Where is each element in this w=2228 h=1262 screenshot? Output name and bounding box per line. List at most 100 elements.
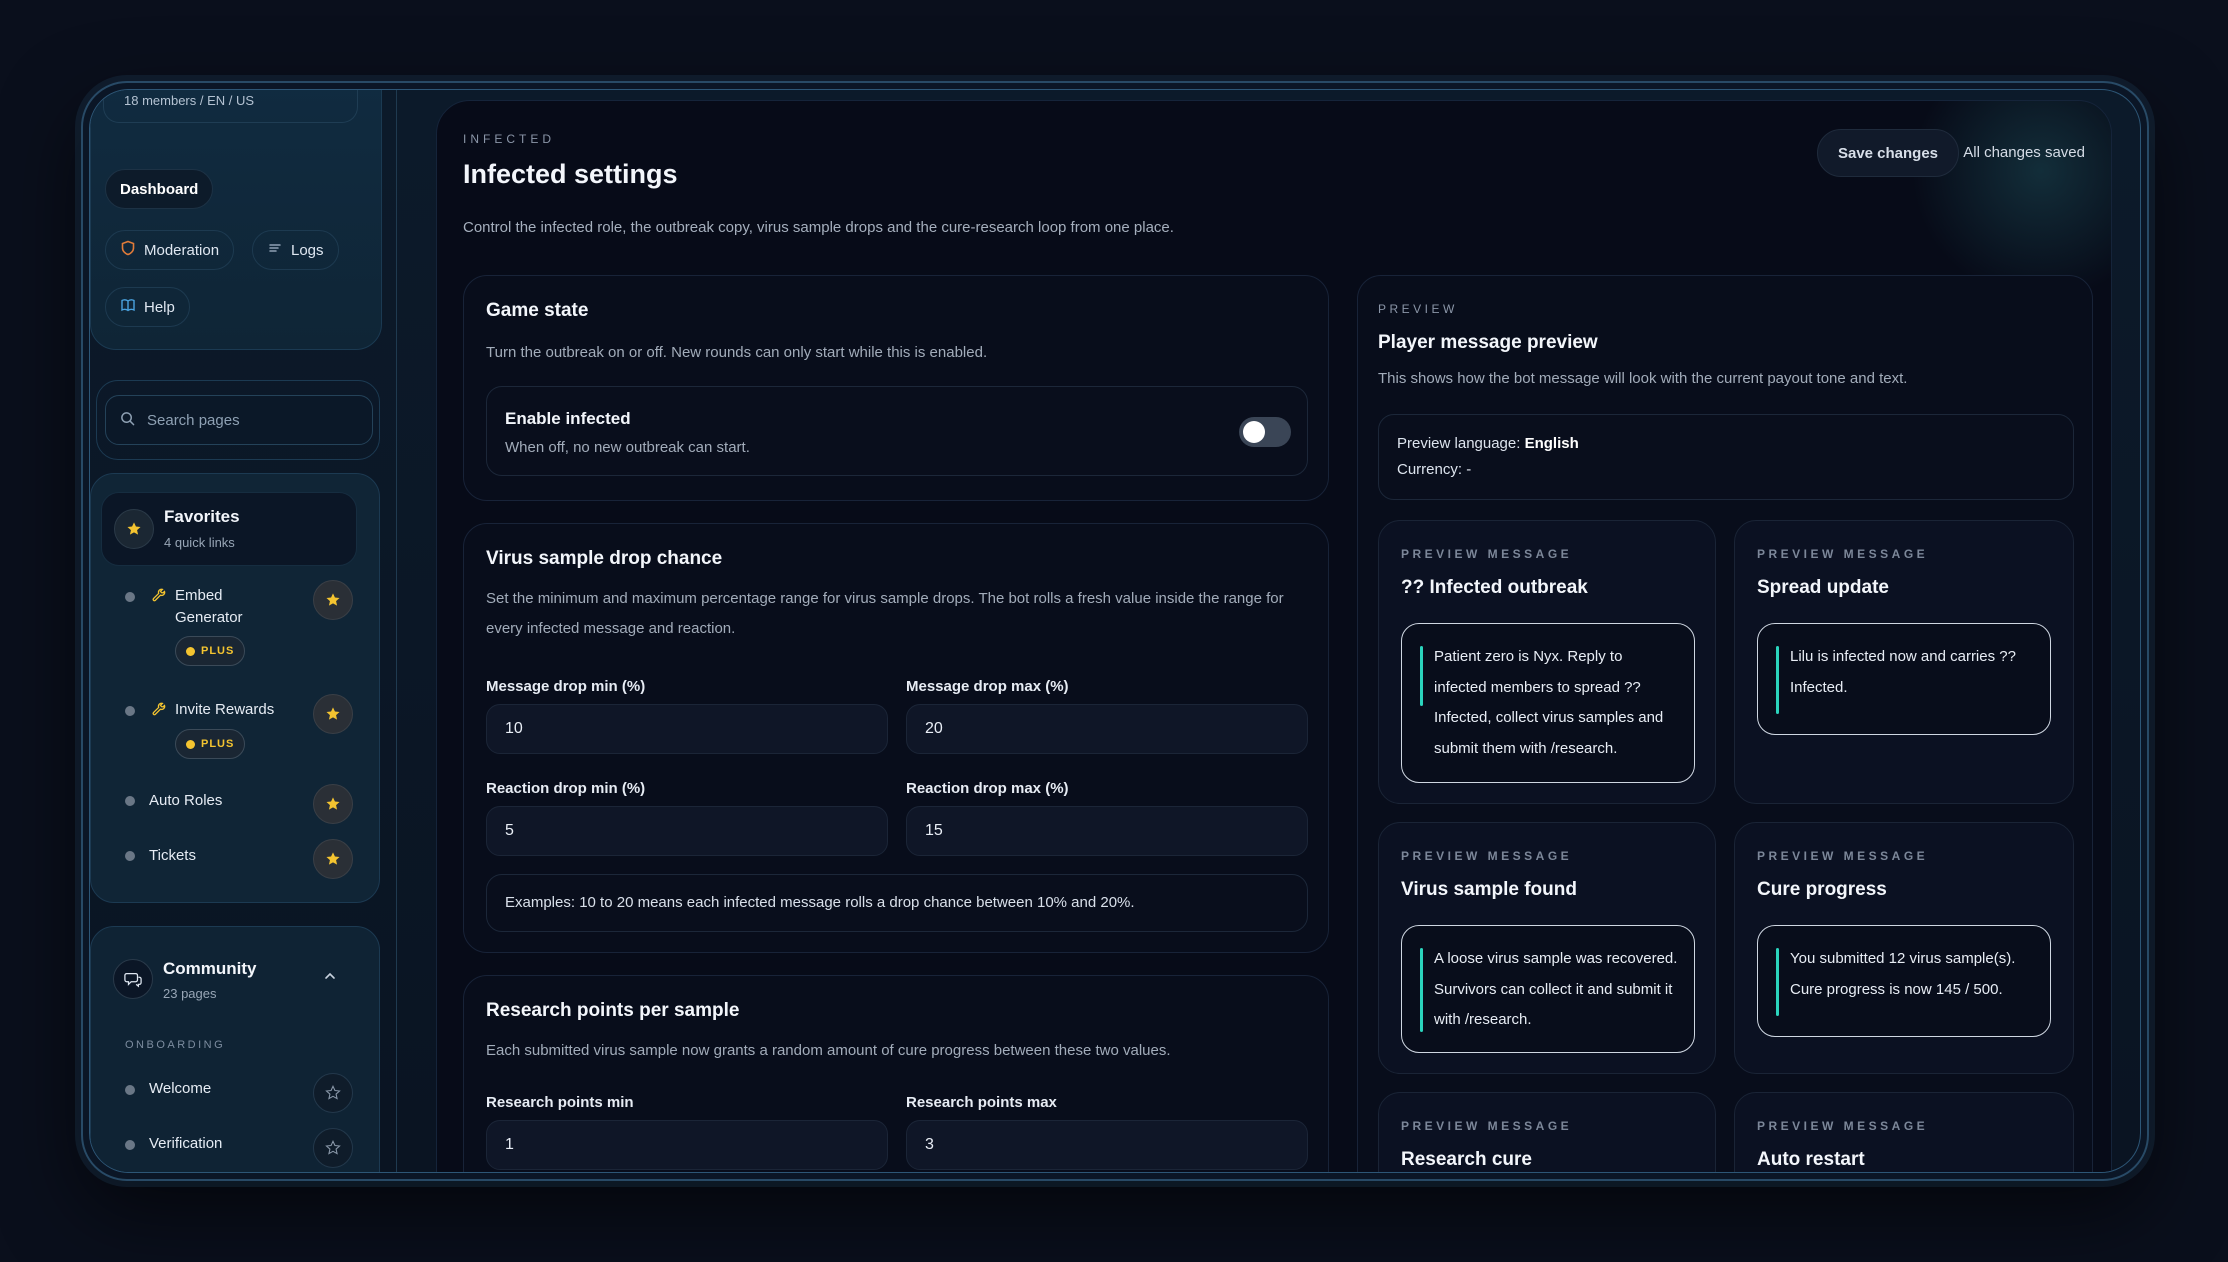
card-title: Virus sample drop chance [486,548,723,569]
section-label-onboarding: ONBOARDING [125,1039,226,1051]
community-title: Community [163,959,257,978]
enable-toggle-row: Enable infected When off, no new outbrea… [486,386,1308,476]
status-dot [125,706,135,716]
accent-bar [1776,646,1779,714]
drop-chance-card: Virus sample drop chance Set the minimum… [463,523,1329,953]
community-item[interactable]: Verification [91,1128,381,1168]
unfavorite-button[interactable] [313,580,353,620]
book-icon [120,297,136,317]
field-label: Message drop max (%) [906,678,1069,695]
preview-message-title: Virus sample found [1401,879,1577,900]
nav-help-label: Help [144,298,175,316]
preview-message-card: PREVIEW MESSAGE Research cure [1378,1092,1716,1172]
nav-dashboard[interactable]: Dashboard [105,169,214,209]
preview-message-card: PREVIEW MESSAGE Auto restart [1734,1092,2074,1172]
accent-bar [1776,948,1779,1016]
page-description: Control the infected role, the outbreak … [463,219,1174,236]
preview-message-title: Spread update [1757,577,1889,598]
preview-message-card: PREVIEW MESSAGE Virus sample found A loo… [1378,822,1716,1074]
unfavorite-button[interactable] [313,839,353,879]
favorite-button[interactable] [313,1128,353,1168]
message-drop-min-input[interactable]: 10 [486,704,888,754]
toggle-description: When off, no new outbreak can start. [505,439,750,456]
favorite-item[interactable]: Embed Generator PLUS [91,580,381,666]
preview-message-eyebrow: PREVIEW MESSAGE [1757,547,1929,561]
preview-message-body: Patient zero is Nyx. Reply to infected m… [1434,648,1664,757]
card-title: Research points per sample [486,1000,740,1021]
preview-eyebrow: PREVIEW [1378,302,1458,316]
preview-message-eyebrow: PREVIEW MESSAGE [1401,849,1573,863]
list-icon [267,240,283,260]
nav-help[interactable]: Help [105,287,190,327]
preview-message-eyebrow: PREVIEW MESSAGE [1401,547,1573,561]
reaction-drop-min-input[interactable]: 5 [486,806,888,856]
research-points-card: Research points per sample Each submitte… [463,975,1329,1172]
field-label: Reaction drop min (%) [486,780,646,797]
accent-bar [1420,948,1423,1032]
search-input[interactable]: Search pages [105,395,373,445]
message-drop-max-input[interactable]: 20 [906,704,1308,754]
favorite-button[interactable] [313,1073,353,1113]
favorites-subtitle: 4 quick links [164,535,235,550]
research-points-max-input[interactable]: 3 [906,1120,1308,1170]
search-icon [120,411,135,430]
field-label: Reaction drop max (%) [906,780,1069,797]
nav-moderation[interactable]: Moderation [105,230,235,270]
wrench-icon [151,702,167,723]
preview-message-title: Cure progress [1757,879,1887,900]
preview-message-bubble: Patient zero is Nyx. Reply to infected m… [1401,623,1695,783]
favorites-header[interactable]: Favorites 4 quick links [101,492,357,566]
preview-message-title: ?? Infected outbreak [1401,577,1588,598]
card-description: Set the minimum and maximum percentage r… [486,590,1284,637]
favorite-item[interactable]: Invite Rewards PLUS [91,694,381,759]
wrench-icon [151,588,167,609]
favorite-label: Invite Rewards [175,701,275,718]
unfavorite-button[interactable] [313,694,353,734]
favorite-item[interactable]: Tickets [91,839,381,881]
preview-message-eyebrow: PREVIEW MESSAGE [1401,1119,1573,1133]
sidebar-nav-panel: 18 members / EN / US Dashboard Moderatio… [90,90,382,350]
enable-infected-toggle[interactable] [1239,417,1291,447]
chevron-up-icon[interactable] [323,969,337,988]
preview-settings: Preview language: English Currency: - [1378,414,2074,500]
app-frame: 18 members / EN / US Dashboard Moderatio… [81,81,2149,1181]
plus-badge: PLUS [175,729,246,759]
status-dot [125,851,135,861]
example-text: Examples: 10 to 20 means each infected m… [505,894,1135,911]
community-item-label: Verification [149,1135,223,1152]
save-button[interactable]: Save changes [1817,129,1959,177]
search-container: Search pages [96,380,380,460]
community-item[interactable]: Welcome [91,1073,381,1113]
preview-message-bubble: Lilu is infected now and carries ?? Infe… [1757,623,2051,735]
toggle-title: Enable infected [505,409,631,428]
community-header[interactable]: Community 23 pages [91,927,381,1017]
unfavorite-button[interactable] [313,784,353,824]
preview-description: This shows how the bot message will look… [1378,370,1908,387]
preview-message-eyebrow: PREVIEW MESSAGE [1757,1119,1929,1133]
star-icon [326,797,340,810]
plus-badge: PLUS [175,636,246,666]
favorite-label: Tickets [149,847,196,864]
app-window: 18 members / EN / US Dashboard Moderatio… [89,89,2141,1173]
favorite-item[interactable]: Auto Roles [91,784,381,826]
preview-currency: Currency: - [1397,461,1472,478]
star-outline-icon [325,1140,341,1155]
page-title: Infected settings [463,159,678,189]
reaction-drop-max-input[interactable]: 15 [906,806,1308,856]
preview-message-card: PREVIEW MESSAGE ?? Infected outbreak Pat… [1378,520,1716,804]
field-label: Message drop min (%) [486,678,646,695]
star-icon [326,593,340,606]
star-icon [326,707,340,720]
nav-dashboard-label: Dashboard [120,180,199,198]
card-description: Each submitted virus sample now grants a… [486,1042,1171,1059]
preview-message-card: PREVIEW MESSAGE Spread update Lilu is in… [1734,520,2074,804]
nav-logs[interactable]: Logs [252,230,339,270]
preview-language: Preview language: English [1397,435,1579,452]
favorite-label: Auto Roles [149,792,223,809]
chat-icon [113,959,153,999]
status-dot [125,1140,135,1150]
status-dot [125,1085,135,1095]
research-points-min-input[interactable]: 1 [486,1120,888,1170]
search-placeholder: Search pages [147,411,240,429]
preview-title: Player message preview [1378,332,1598,353]
